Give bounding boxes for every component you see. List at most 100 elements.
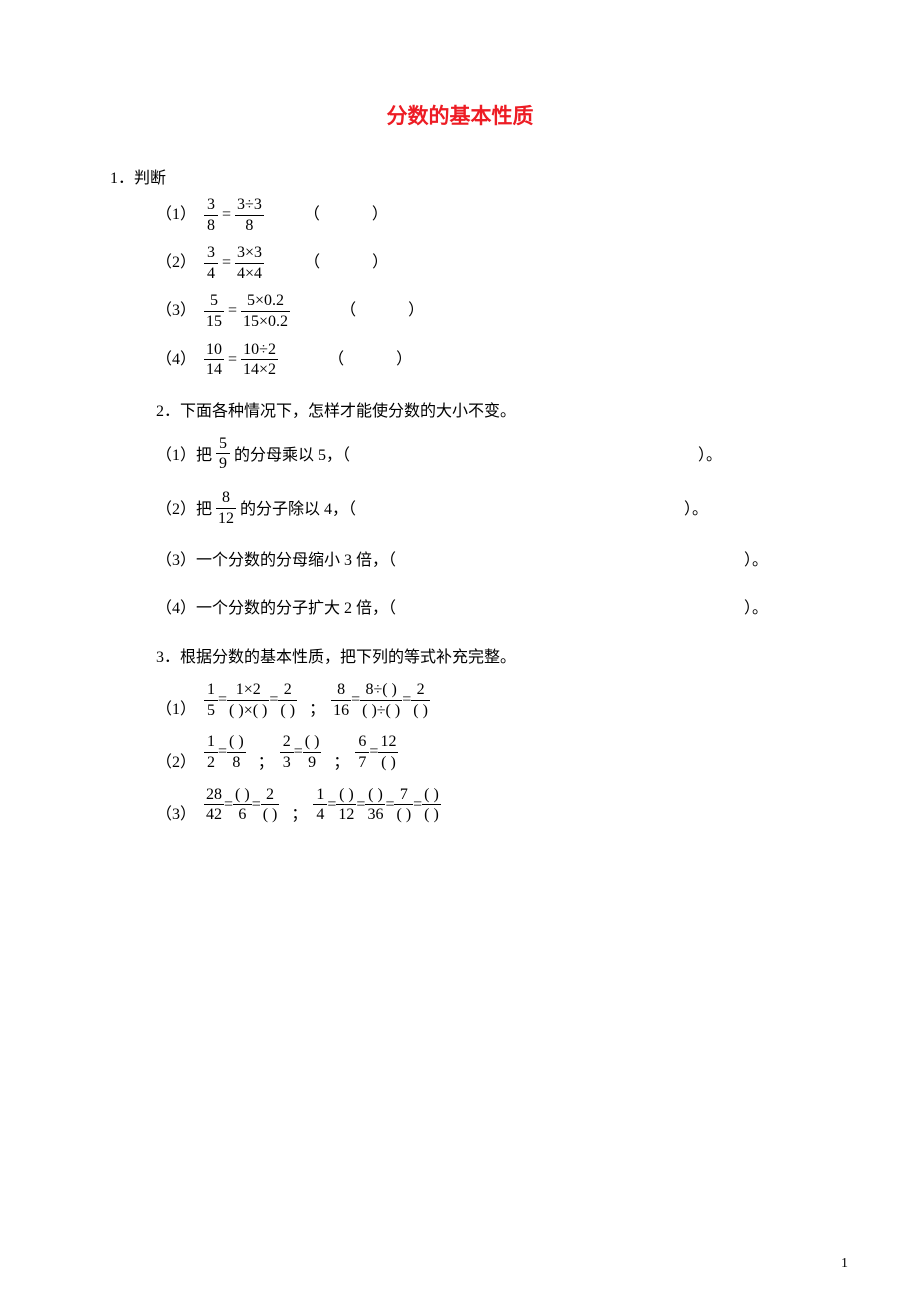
denominator: 14×2 <box>241 361 278 379</box>
fraction-bar <box>336 804 356 805</box>
numerator: 28 <box>204 786 224 804</box>
numerator: 6 <box>356 733 368 751</box>
denominator-blank[interactable]: ( ) <box>394 806 413 824</box>
denominator-blank[interactable]: ( )÷( ) <box>360 702 402 720</box>
fraction: 8 12 <box>216 489 236 527</box>
fraction: ( ) ( ) <box>422 786 441 824</box>
numerator-blank[interactable]: 8÷( ) <box>363 681 398 699</box>
equals-sign: = <box>385 796 394 814</box>
judgement-blank[interactable]: （ ） <box>328 352 413 368</box>
q2-item-4: （4）一个分数的分子扩大 2 倍，（ ）。 <box>156 593 810 625</box>
q1-item-3: （3） 5 15 = 5×0.2 15×0.2 （ ） <box>156 292 810 330</box>
denominator: 6 <box>236 806 248 824</box>
q3-item-2: （2） 1 2 = ( ) 8 ； 2 3 = ( ) <box>156 733 810 771</box>
fraction: ( ) 6 <box>233 786 252 824</box>
equals-sign: = <box>218 743 227 761</box>
fraction: 3÷3 8 <box>235 196 264 234</box>
fraction: 10 14 <box>204 341 224 379</box>
fraction-bar <box>280 752 294 753</box>
q1-item-label: （1） <box>156 207 204 223</box>
q1-item-1: （1） 3 8 = 3÷3 8 （ ） <box>156 196 810 234</box>
numerator: 10÷2 <box>241 341 278 359</box>
text-before: （3）一个分数的分母缩小 3 倍，（ <box>156 552 396 569</box>
fraction-bar <box>365 804 385 805</box>
equals-sign: = <box>224 796 233 814</box>
fraction: 8÷( ) ( )÷( ) <box>360 681 402 719</box>
fraction-bar <box>204 752 218 753</box>
separator: ； <box>333 748 349 772</box>
fraction-bar <box>278 700 297 701</box>
denominator: 12 <box>336 806 356 824</box>
equals-sign: = <box>369 743 378 761</box>
fraction-bar <box>411 700 430 701</box>
fraction-bar <box>235 215 264 216</box>
close-paren: ）。 <box>684 494 708 526</box>
q1-equation: 3 4 = 3×3 4×4 <box>204 244 264 282</box>
fraction-bar <box>204 804 224 805</box>
fraction-bar <box>233 804 252 805</box>
fraction: 1×2 ( )×( ) <box>227 681 269 719</box>
equals-sign: = <box>218 255 235 271</box>
fraction-bar <box>227 752 246 753</box>
fraction: 3 4 <box>204 244 218 282</box>
q1-equation: 3 8 = 3÷3 8 <box>204 196 264 234</box>
judgement-blank[interactable]: （ ） <box>304 255 389 271</box>
q1-items: （1） 3 8 = 3÷3 8 （ ） （2） 3 <box>156 196 810 379</box>
fraction-bar <box>355 752 369 753</box>
numerator-blank[interactable]: ( ) <box>233 786 252 804</box>
denominator: 5 <box>205 702 217 720</box>
fraction: 1 4 <box>313 786 327 824</box>
denominator: 8 <box>243 217 255 235</box>
fraction: 3×3 4×4 <box>235 244 264 282</box>
numerator-blank[interactable]: ( ) <box>366 786 385 804</box>
eq-chain: 8 16 = 8÷( ) ( )÷( ) = 2 ( ) <box>331 681 430 719</box>
eq-chain: 1 4 = ( ) 12 = ( ) 36 = 7 ( ) = <box>313 786 440 824</box>
equals-sign: = <box>252 796 261 814</box>
close-paren: ）。 <box>744 593 768 625</box>
denominator: 3 <box>281 754 293 772</box>
fraction-bar <box>261 804 280 805</box>
numerator: 5 <box>208 292 220 310</box>
text-before: （2）把 <box>156 501 212 518</box>
fraction-bar <box>241 359 278 360</box>
judgement-blank[interactable]: （ ） <box>304 207 389 223</box>
equals-sign: = <box>224 303 241 319</box>
denominator-blank[interactable]: ( ) <box>411 702 430 720</box>
numerator-blank[interactable]: ( ) <box>337 786 356 804</box>
numerator-blank[interactable]: ( ) <box>303 733 322 751</box>
fraction-bar <box>241 311 290 312</box>
denominator-blank[interactable]: ( )×( ) <box>227 702 269 720</box>
separator: ； <box>258 748 274 772</box>
fraction-bar <box>204 311 224 312</box>
denominator-blank[interactable]: ( ) <box>422 806 441 824</box>
equals-sign: = <box>218 207 235 223</box>
page-title: 分数的基本性质 <box>110 100 810 130</box>
fraction-bar <box>313 804 327 805</box>
denominator-blank[interactable]: ( ) <box>278 702 297 720</box>
eq-pair: 6 7 = 12 ( ) <box>355 733 398 771</box>
q1-head: 1．判断 <box>110 164 810 188</box>
numerator: 8 <box>220 489 232 507</box>
denominator: 4 <box>314 806 326 824</box>
fraction-bar <box>394 804 413 805</box>
q2-item-2: （2）把 8 12 的分子除以 4，（ ）。 <box>156 491 810 529</box>
numerator-blank[interactable]: ( ) <box>422 786 441 804</box>
fraction-bar <box>204 215 218 216</box>
fraction-bar <box>360 700 402 701</box>
judgement-blank[interactable]: （ ） <box>340 303 425 319</box>
numerator-blank[interactable]: ( ) <box>227 733 246 751</box>
equals-sign: = <box>402 691 411 709</box>
q2-head: 2．下面各种情况下，怎样才能使分数的大小不变。 <box>156 397 810 421</box>
q1-item-label: （3） <box>156 303 204 319</box>
numerator: 12 <box>378 733 398 751</box>
fraction: ( ) 9 <box>303 733 322 771</box>
denominator-blank[interactable]: ( ) <box>379 754 398 772</box>
denominator-blank[interactable]: ( ) <box>261 806 280 824</box>
separator: ； <box>309 695 325 719</box>
denominator: 9 <box>217 455 229 473</box>
eq-pair: 1 2 = ( ) 8 <box>204 733 246 771</box>
q1-item-label: （4） <box>156 352 204 368</box>
denominator: 15×0.2 <box>241 313 290 331</box>
q1-equation: 5 15 = 5×0.2 15×0.2 <box>204 292 290 330</box>
q1-equation: 10 14 = 10÷2 14×2 <box>204 341 278 379</box>
